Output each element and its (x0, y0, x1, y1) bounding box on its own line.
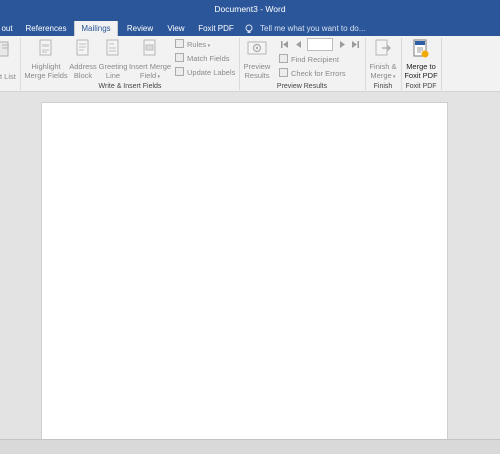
tab-review[interactable]: Review (122, 21, 158, 36)
write-insert-group-label: Write & Insert Fields (98, 83, 162, 90)
chevron-down-icon: ▾ (156, 74, 161, 80)
preview-results-group-label: Preview Results (276, 83, 328, 90)
insert-merge-label-2-text: Field (139, 71, 157, 80)
preview-results-icon (247, 41, 267, 55)
insert-merge-label-1: Insert Merge (128, 62, 172, 71)
highlight-merge-fields-icon (39, 39, 52, 56)
foxit-label-1: Merge to (406, 62, 436, 71)
check-errors-icon (279, 68, 288, 77)
match-fields-button[interactable]: Match Fields (175, 53, 230, 63)
check-errors-label: Check for Errors (291, 69, 346, 78)
finish-merge-icon (375, 39, 391, 56)
foxit-label-2: Foxit PDF (404, 71, 438, 80)
group-separator (20, 38, 21, 90)
update-labels-icon (175, 67, 184, 76)
address-block-icon (76, 39, 89, 56)
highlight-merge-fields-button[interactable]: Highlight Merge Fields (22, 38, 70, 82)
finish-group-label: Finish (373, 83, 393, 90)
update-labels-button[interactable]: Update Labels (175, 67, 235, 77)
address-label-1: Address (69, 62, 97, 71)
finish-label-2: Merge ▾ (366, 71, 400, 82)
address-block-button[interactable]: Address Block (68, 38, 98, 82)
record-number-input[interactable] (307, 38, 333, 51)
finish-label-1: Finish & (369, 62, 397, 71)
insert-merge-label-2: Field ▾ (128, 71, 172, 82)
next-record-icon[interactable] (338, 40, 347, 49)
finish-merge-button[interactable]: Finish & Merge ▾ (366, 38, 400, 82)
preview-label-1: Preview (243, 62, 271, 71)
tab-view[interactable]: View (162, 21, 190, 36)
greeting-label-2: Line (105, 71, 121, 80)
highlight-label-1: Highlight (31, 62, 61, 71)
find-recipient-button[interactable]: Find Recipient (279, 54, 339, 64)
bottom-scrollbar[interactable] (0, 439, 500, 454)
rules-icon (175, 39, 184, 48)
foxit-group-label: Foxit PDF (405, 83, 437, 90)
tab-references[interactable]: References (20, 21, 72, 36)
find-recipient-label: Find Recipient (291, 55, 339, 64)
address-label-2: Block (73, 71, 93, 80)
check-errors-button[interactable]: Check for Errors (279, 68, 346, 78)
find-recipient-icon (279, 54, 288, 63)
ribbon-mailings: t List Highlight Merge Fields Address Bl… (0, 36, 500, 92)
tab-foxit-pdf[interactable]: Foxit PDF (194, 21, 238, 36)
lightbulb-icon (245, 24, 253, 33)
tell-me-placeholder: Tell me what you want to do... (260, 24, 366, 33)
document-page[interactable] (41, 102, 448, 442)
document-canvas (0, 93, 500, 442)
first-record-icon[interactable] (280, 40, 289, 49)
window-title: Document3 - Word (214, 4, 286, 14)
update-labels-label: Update Labels (187, 68, 236, 77)
edit-recipient-list-icon (0, 41, 9, 57)
rules-button[interactable]: Rules ▾ (175, 39, 210, 49)
finish-label-2-text: Merge (370, 71, 392, 80)
insert-merge-field-button[interactable]: Insert Merge Field ▾ (128, 38, 172, 82)
merge-to-foxit-pdf-button[interactable]: Merge to Foxit PDF (402, 38, 440, 82)
greeting-label-1: Greeting (98, 62, 128, 71)
chevron-down-icon: ▾ (206, 43, 211, 49)
group-separator (441, 38, 442, 90)
foxit-pdf-icon (413, 39, 429, 58)
previous-record-icon[interactable] (294, 40, 303, 49)
preview-results-button[interactable]: Preview Results (240, 38, 274, 82)
edit-recipient-list-button[interactable]: t List (0, 72, 18, 81)
rules-label: Rules (187, 40, 207, 49)
greeting-line-button[interactable]: Greeting Line (97, 38, 129, 82)
tab-layout[interactable]: out (0, 21, 14, 36)
tab-mailings[interactable]: Mailings (74, 21, 118, 36)
ribbon-tabs: out References Mailings Review View Foxi… (0, 21, 500, 36)
match-fields-icon (175, 53, 184, 62)
preview-label-2: Results (244, 71, 270, 80)
chevron-down-icon: ▾ (391, 74, 396, 80)
highlight-label-2: Merge Fields (24, 71, 68, 80)
last-record-icon[interactable] (351, 40, 360, 49)
match-fields-label: Match Fields (187, 54, 230, 63)
insert-merge-field-icon (143, 39, 156, 56)
title-bar: Document3 - Word (0, 0, 500, 21)
greeting-line-icon (106, 39, 119, 56)
